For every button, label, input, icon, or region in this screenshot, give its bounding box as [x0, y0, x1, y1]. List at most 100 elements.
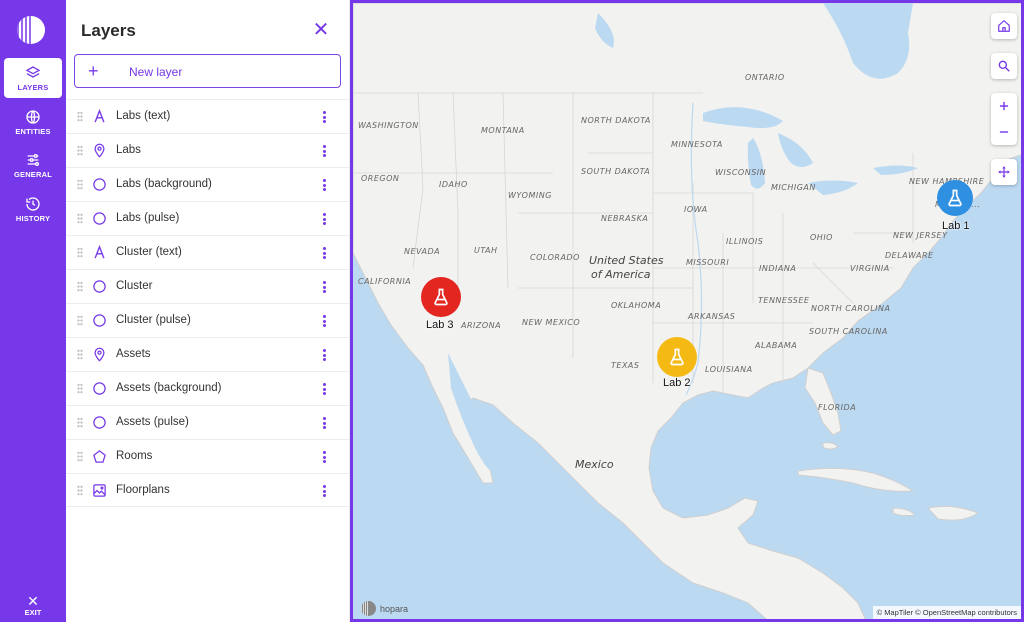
- layer-name: Assets (background): [116, 382, 222, 394]
- plus-icon: [999, 101, 1009, 111]
- circle-icon: [92, 415, 107, 430]
- drag-handle-icon[interactable]: [77, 383, 83, 394]
- label-iowa: IOWA: [684, 205, 708, 214]
- lab-pin[interactable]: [421, 277, 461, 317]
- label-california: CALIFORNIA: [358, 277, 412, 286]
- nav-layers[interactable]: LAYERS: [4, 58, 62, 98]
- more-options-icon[interactable]: [320, 347, 328, 363]
- flask-icon: [434, 288, 448, 306]
- label-new-mexico: NEW MEXICO: [522, 318, 581, 327]
- nav-rail: LAYERS ENTITIES GENERAL HISTORY ✕ EXIT: [0, 0, 66, 622]
- label-colorado: COLORADO: [530, 253, 580, 262]
- drag-handle-icon[interactable]: [77, 315, 83, 326]
- label-south-carolina: SOUTH CAROLINA: [809, 327, 888, 336]
- more-options-icon[interactable]: [320, 245, 328, 261]
- label-arkansas: ARKANSAS: [688, 312, 736, 321]
- search-icon: [998, 60, 1010, 72]
- layer-row[interactable]: Rooms: [66, 439, 350, 473]
- drag-handle-icon[interactable]: [77, 485, 83, 496]
- globe-icon: [26, 109, 40, 124]
- lab-pin-label: Lab 2: [663, 377, 691, 389]
- more-options-icon[interactable]: [320, 415, 328, 431]
- close-panel-button[interactable]: ✕: [311, 20, 331, 40]
- drag-handle-icon[interactable]: [77, 349, 83, 360]
- label-missouri: MISSOURI: [686, 258, 730, 267]
- new-layer-button[interactable]: + New layer: [74, 54, 341, 88]
- zoom-out-button[interactable]: [991, 119, 1017, 145]
- lab-pin[interactable]: [657, 337, 697, 377]
- pin-icon: [92, 143, 107, 158]
- drag-handle-icon[interactable]: [77, 281, 83, 292]
- app-logo[interactable]: [17, 16, 45, 44]
- more-options-icon[interactable]: [320, 109, 328, 125]
- label-north-dakota: NORTH DAKOTA: [581, 116, 651, 125]
- nav-entities[interactable]: ENTITIES: [4, 102, 62, 142]
- label-oklahoma: OKLAHOMA: [611, 301, 662, 310]
- pentagon-icon: [92, 449, 107, 464]
- layer-list: Labs (text) Labs Labs (background) Labs (pu…: [66, 99, 350, 507]
- more-options-icon[interactable]: [320, 211, 328, 227]
- nav-history[interactable]: HISTORY: [4, 189, 62, 229]
- search-button[interactable]: [991, 53, 1017, 79]
- circle-icon: [92, 177, 107, 192]
- label-illinois: ILLINOIS: [726, 237, 764, 246]
- drag-handle-icon[interactable]: [77, 179, 83, 190]
- nav-entities-label: ENTITIES: [15, 126, 51, 136]
- label-tennessee: TENNESSEE: [758, 296, 810, 305]
- home-control: [991, 13, 1017, 39]
- label-arizona: ARIZONA: [461, 321, 502, 330]
- layer-row[interactable]: Cluster: [66, 269, 350, 303]
- more-options-icon[interactable]: [320, 381, 328, 397]
- label-utah: UTAH: [474, 246, 498, 255]
- pan-button[interactable]: [991, 159, 1017, 185]
- layer-row[interactable]: Labs (background): [66, 167, 350, 201]
- drag-handle-icon[interactable]: [77, 145, 83, 156]
- pan-control: [991, 159, 1017, 185]
- zoom-in-button[interactable]: [991, 93, 1017, 119]
- drag-handle-icon[interactable]: [77, 247, 83, 258]
- layer-name: Assets: [116, 348, 151, 360]
- nav-general[interactable]: GENERAL: [4, 145, 62, 185]
- drag-handle-icon[interactable]: [77, 417, 83, 428]
- label-delaware: DELAWARE: [885, 251, 934, 260]
- layer-row[interactable]: Assets (background): [66, 371, 350, 405]
- circle-icon: [92, 279, 107, 294]
- more-options-icon[interactable]: [320, 449, 328, 465]
- label-michigan: MICHIGAN: [771, 183, 816, 192]
- text-icon: [92, 245, 107, 260]
- label-usa-line1: United States: [589, 254, 664, 267]
- drag-handle-icon[interactable]: [77, 451, 83, 462]
- more-options-icon[interactable]: [320, 483, 328, 499]
- layer-row[interactable]: Cluster (text): [66, 235, 350, 269]
- more-options-icon[interactable]: [320, 143, 328, 159]
- layer-row[interactable]: Assets (pulse): [66, 405, 350, 439]
- home-button[interactable]: [991, 13, 1017, 39]
- zoom-control: [991, 93, 1017, 145]
- label-wyoming: WYOMING: [508, 191, 552, 200]
- map-attribution[interactable]: © MapTiler © OpenStreetMap contributors: [872, 606, 1021, 619]
- drag-handle-icon[interactable]: [77, 111, 83, 122]
- lab-pin-label: Lab 1: [942, 220, 970, 232]
- layer-row[interactable]: Assets: [66, 337, 350, 371]
- label-mexico: Mexico: [575, 458, 614, 471]
- layer-row[interactable]: Labs: [66, 133, 350, 167]
- label-minnesota: MINNESOTA: [671, 140, 723, 149]
- circle-icon: [92, 381, 107, 396]
- layer-name: Cluster (text): [116, 246, 182, 258]
- exit-button[interactable]: ✕ EXIT: [4, 590, 62, 620]
- layer-row[interactable]: Labs (text): [66, 99, 350, 133]
- more-options-icon[interactable]: [320, 313, 328, 329]
- layer-row[interactable]: Floorplans: [66, 473, 350, 507]
- layer-row[interactable]: Cluster (pulse): [66, 303, 350, 337]
- label-north-carolina: NORTH CAROLINA: [811, 304, 891, 313]
- label-texas: TEXAS: [611, 361, 640, 370]
- drag-handle-icon[interactable]: [77, 213, 83, 224]
- more-options-icon[interactable]: [320, 177, 328, 193]
- map-view[interactable]: ONTARIO WASHINGTON MONTANA NORTH DAKOTA …: [350, 0, 1024, 622]
- lab-pin[interactable]: [937, 180, 973, 216]
- more-options-icon[interactable]: [320, 279, 328, 295]
- layer-name: Labs: [116, 144, 141, 156]
- layer-row[interactable]: Labs (pulse): [66, 201, 350, 235]
- layer-name: Assets (pulse): [116, 416, 189, 428]
- label-alabama: ALABAMA: [755, 341, 798, 350]
